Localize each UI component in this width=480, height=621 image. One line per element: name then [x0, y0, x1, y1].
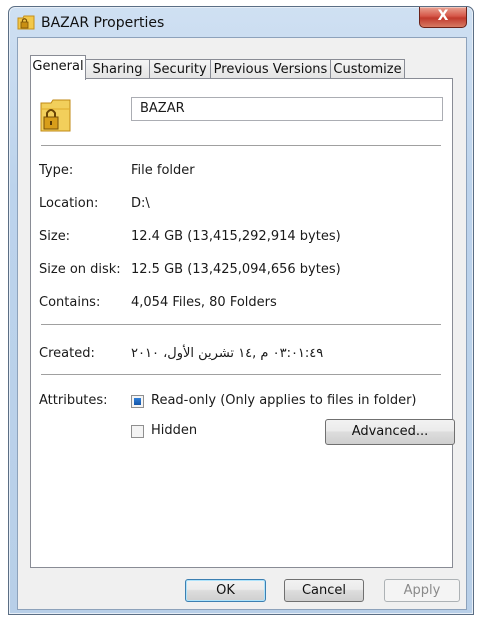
apply-button[interactable]: Apply — [384, 579, 460, 602]
folder-lock-icon — [39, 97, 73, 133]
properties-window: BAZAR Properties X General Sharing Secur… — [8, 6, 474, 615]
dialog-client-area: General Sharing Security Previous Versio… — [17, 37, 467, 610]
created-value: ٠٣:٠١:٤٩ م ,١٤ تشرين الأول، ٢٠١٠ — [131, 346, 324, 361]
type-value: File folder — [131, 163, 195, 178]
contains-value: 4,054 Files, 80 Folders — [131, 295, 277, 310]
size-on-disk-label: Size on disk: — [39, 262, 121, 277]
tab-customize[interactable]: Customize — [330, 59, 405, 79]
tab-general[interactable]: General — [30, 55, 86, 80]
location-label: Location: — [39, 196, 99, 211]
folder-name-input[interactable]: BAZAR — [131, 97, 443, 121]
location-value: D:\ — [131, 196, 150, 211]
contains-label: Contains: — [39, 295, 101, 310]
tab-previous-versions[interactable]: Previous Versions — [210, 59, 331, 79]
hidden-checkbox-label[interactable]: Hidden — [151, 423, 197, 438]
general-tab-panel: BAZAR Type: File folder Location: D:\ Si… — [30, 78, 455, 568]
readonly-checkbox-label[interactable]: Read-only (Only applies to files in fold… — [151, 393, 416, 408]
separator — [41, 145, 441, 146]
hidden-checkbox[interactable] — [131, 425, 144, 438]
separator — [41, 374, 441, 375]
cancel-button[interactable]: Cancel — [284, 579, 364, 602]
folder-lock-icon — [17, 14, 35, 30]
type-label: Type: — [39, 163, 74, 178]
size-on-disk-value: 12.5 GB (13,425,094,656 bytes) — [131, 262, 341, 277]
created-label: Created: — [39, 346, 95, 361]
attributes-label: Attributes: — [39, 393, 108, 408]
readonly-checkbox[interactable] — [131, 395, 144, 408]
window-title: BAZAR Properties — [41, 15, 165, 31]
tab-sharing[interactable]: Sharing — [85, 59, 150, 79]
separator — [41, 324, 441, 325]
size-label: Size: — [39, 229, 71, 244]
tab-security[interactable]: Security — [149, 59, 211, 79]
size-value: 12.4 GB (13,415,292,914 bytes) — [131, 229, 341, 244]
ok-button[interactable]: OK — [185, 579, 266, 602]
close-button[interactable]: X — [419, 7, 467, 28]
advanced-button[interactable]: Advanced... — [325, 419, 455, 445]
title-bar[interactable]: BAZAR Properties X — [9, 7, 473, 37]
